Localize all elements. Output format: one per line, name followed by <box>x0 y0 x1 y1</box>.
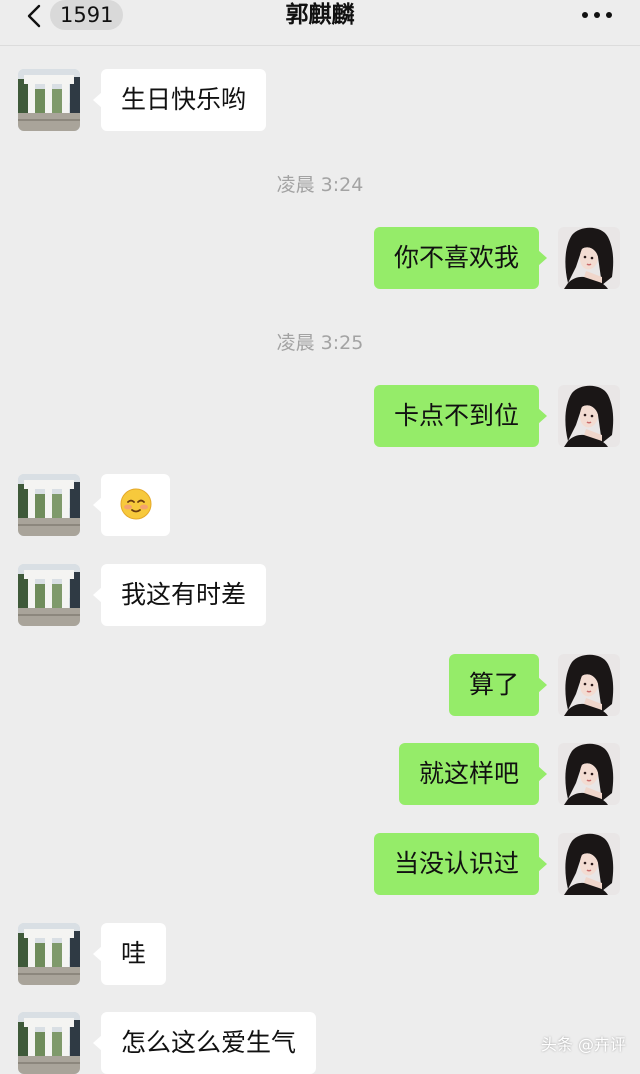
girl-avatar-icon <box>558 385 620 447</box>
arch-avatar-icon <box>18 1012 80 1074</box>
more-dots-icon <box>582 12 588 18</box>
self-avatar[interactable] <box>558 833 620 895</box>
timestamp: 凌晨 3:24 <box>276 174 364 196</box>
chat-header: 1591 郭麒麟 <box>0 0 640 46</box>
self-avatar[interactable] <box>558 385 620 447</box>
message-bubble-sent[interactable]: 就这样吧 <box>398 743 548 805</box>
girl-avatar-icon <box>558 227 620 289</box>
timestamp: 凌晨 3:25 <box>276 332 364 354</box>
message-bubble-received[interactable] <box>93 474 170 536</box>
message-bubble-received[interactable]: 怎么这么爱生气 <box>92 1012 317 1074</box>
arch-avatar-icon <box>18 69 80 131</box>
message-bubble-sent[interactable]: 当没认识过 <box>373 833 548 895</box>
contact-avatar[interactable] <box>18 474 80 536</box>
self-avatar[interactable] <box>558 654 620 716</box>
contact-avatar[interactable] <box>18 923 80 985</box>
message-bubble-sent[interactable]: 你不喜欢我 <box>373 227 548 289</box>
message-bubble-sent[interactable]: 算了 <box>448 654 548 716</box>
watermark: 头条 @卉评 <box>540 1035 626 1054</box>
arch-avatar-icon <box>18 474 80 536</box>
message-bubble-sent[interactable]: 卡点不到位 <box>373 385 548 447</box>
self-avatar[interactable] <box>558 743 620 805</box>
girl-avatar-icon <box>558 743 620 805</box>
arch-avatar-icon <box>18 923 80 985</box>
message-bubble-received[interactable]: 哇 <box>92 923 167 985</box>
message-bubble-received[interactable]: 生日快乐哟 <box>92 69 267 131</box>
smiling-blush-emoji-icon <box>120 488 151 520</box>
girl-avatar-icon <box>558 833 620 895</box>
contact-avatar[interactable] <box>18 1012 80 1074</box>
contact-avatar[interactable] <box>18 564 80 626</box>
girl-avatar-icon <box>558 654 620 716</box>
arch-avatar-icon <box>18 564 80 626</box>
more-options-button[interactable] <box>582 12 612 18</box>
message-bubble-received[interactable]: 我这有时差 <box>92 564 267 626</box>
contact-avatar[interactable] <box>18 69 80 131</box>
contact-name: 郭麒麟 <box>285 2 355 28</box>
self-avatar[interactable] <box>558 227 620 289</box>
